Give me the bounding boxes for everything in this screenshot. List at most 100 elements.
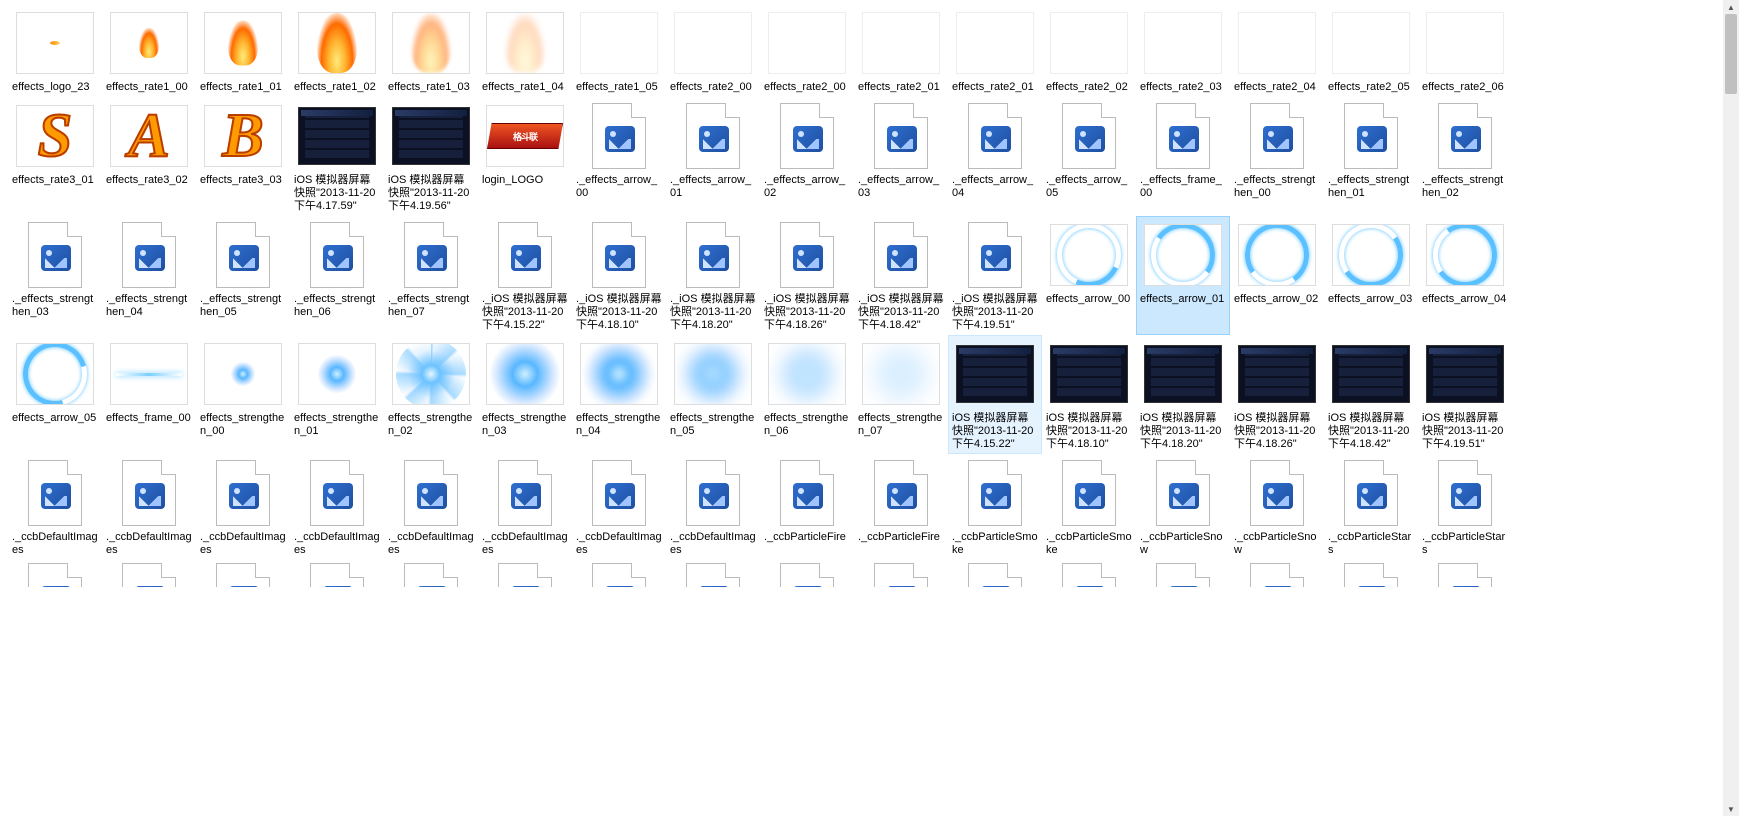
file-item[interactable]: effects_strengthen_02 <box>384 335 478 454</box>
file-item[interactable]: ._ccbDefaultImages <box>102 454 196 560</box>
file-item[interactable]: effects_rate1_00 <box>102 4 196 97</box>
file-item[interactable]: effects_rate1_04 <box>478 4 572 97</box>
file-item[interactable]: effects_strengthen_04 <box>572 335 666 454</box>
file-item[interactable]: ._effects_strengthen_07 <box>384 216 478 335</box>
file-item[interactable] <box>384 560 478 592</box>
file-item[interactable]: iOS 模拟器屏幕快照"2013-11-20 下午4.18.10" <box>1042 335 1136 454</box>
file-item[interactable]: effects_strengthen_06 <box>760 335 854 454</box>
file-item[interactable]: ._iOS 模拟器屏幕快照"2013-11-20 下午4.18.10" <box>572 216 666 335</box>
file-item[interactable]: effects_rate1_01 <box>196 4 290 97</box>
file-item[interactable] <box>1324 560 1418 592</box>
file-item[interactable]: effects_logo_23 <box>8 4 102 97</box>
file-item[interactable]: effects_rate2_00 <box>760 4 854 97</box>
file-item[interactable]: effects_rate2_02 <box>1042 4 1136 97</box>
file-item[interactable]: ._effects_strengthen_06 <box>290 216 384 335</box>
file-item[interactable] <box>948 560 1042 592</box>
file-item[interactable]: effects_rate2_05 <box>1324 4 1418 97</box>
file-item[interactable]: ._ccbDefaultImages <box>478 454 572 560</box>
file-item[interactable]: ._effects_arrow_05 <box>1042 97 1136 216</box>
scroll-up-arrow-icon[interactable]: ▲ <box>1724 0 1738 14</box>
file-item[interactable]: effects_rate1_05 <box>572 4 666 97</box>
file-item[interactable]: ._effects_arrow_00 <box>572 97 666 216</box>
file-item[interactable]: effects_arrow_02 <box>1230 216 1324 335</box>
file-item[interactable] <box>1136 560 1230 592</box>
file-item[interactable]: ._ccbDefaultImages <box>572 454 666 560</box>
file-item[interactable]: Aeffects_rate3_02 <box>102 97 196 216</box>
file-item[interactable]: effects_strengthen_00 <box>196 335 290 454</box>
file-item[interactable] <box>760 560 854 592</box>
file-item[interactable] <box>1418 560 1512 592</box>
file-item[interactable]: iOS 模拟器屏幕快照"2013-11-20 下午4.18.26" <box>1230 335 1324 454</box>
file-item[interactable]: ._iOS 模拟器屏幕快照"2013-11-20 下午4.19.51" <box>948 216 1042 335</box>
file-item[interactable]: ._effects_strengthen_03 <box>8 216 102 335</box>
file-item[interactable]: ._iOS 模拟器屏幕快照"2013-11-20 下午4.15.22" <box>478 216 572 335</box>
file-item[interactable]: iOS 模拟器屏幕快照"2013-11-20 下午4.18.20" <box>1136 335 1230 454</box>
file-item[interactable]: effects_rate1_02 <box>290 4 384 97</box>
file-item[interactable] <box>854 560 948 592</box>
file-item[interactable]: effects_arrow_01 <box>1136 216 1230 335</box>
file-item[interactable]: ._ccbParticleStars <box>1418 454 1512 560</box>
file-item[interactable]: 格斗联login_LOGO <box>478 97 572 216</box>
file-item[interactable]: effects_strengthen_05 <box>666 335 760 454</box>
file-item[interactable]: iOS 模拟器屏幕快照"2013-11-20 下午4.19.56" <box>384 97 478 216</box>
file-item[interactable]: ._effects_strengthen_05 <box>196 216 290 335</box>
file-item[interactable]: effects_arrow_03 <box>1324 216 1418 335</box>
file-item[interactable]: effects_strengthen_01 <box>290 335 384 454</box>
file-item[interactable]: effects_arrow_00 <box>1042 216 1136 335</box>
file-item[interactable]: ._ccbParticleFire <box>760 454 854 560</box>
file-item[interactable] <box>666 560 760 592</box>
file-item[interactable]: effects_rate2_01 <box>854 4 948 97</box>
file-item[interactable]: ._ccbDefaultImages <box>384 454 478 560</box>
file-item[interactable]: ._ccbDefaultImages <box>196 454 290 560</box>
file-item[interactable]: effects_arrow_04 <box>1418 216 1512 335</box>
file-item[interactable]: ._effects_strengthen_02 <box>1418 97 1512 216</box>
file-item[interactable]: effects_arrow_05 <box>8 335 102 454</box>
file-item[interactable] <box>1230 560 1324 592</box>
file-icon-grid[interactable]: effects_logo_23effects_rate1_00effects_r… <box>0 0 1723 816</box>
file-item[interactable]: ._iOS 模拟器屏幕快照"2013-11-20 下午4.18.26" <box>760 216 854 335</box>
file-item[interactable] <box>478 560 572 592</box>
file-item[interactable]: effects_frame_00 <box>102 335 196 454</box>
file-item[interactable]: effects_rate2_03 <box>1136 4 1230 97</box>
file-item[interactable]: effects_rate2_01 <box>948 4 1042 97</box>
file-item[interactable]: ._ccbDefaultImages <box>290 454 384 560</box>
file-item[interactable] <box>196 560 290 592</box>
file-item[interactable]: iOS 模拟器屏幕快照"2013-11-20 下午4.17.59" <box>290 97 384 216</box>
file-item[interactable]: iOS 模拟器屏幕快照"2013-11-20 下午4.18.42" <box>1324 335 1418 454</box>
file-item[interactable]: ._ccbParticleSnow <box>1230 454 1324 560</box>
file-item[interactable] <box>572 560 666 592</box>
file-item[interactable]: ._ccbParticleFire <box>854 454 948 560</box>
file-item[interactable]: effects_rate1_03 <box>384 4 478 97</box>
file-item[interactable]: Beffects_rate3_03 <box>196 97 290 216</box>
file-item[interactable]: effects_rate2_06 <box>1418 4 1512 97</box>
file-item[interactable]: Seffects_rate3_01 <box>8 97 102 216</box>
file-item[interactable]: ._effects_arrow_03 <box>854 97 948 216</box>
file-item[interactable] <box>290 560 384 592</box>
file-item[interactable]: ._ccbDefaultImages <box>8 454 102 560</box>
file-item[interactable]: ._ccbParticleSmoke <box>1042 454 1136 560</box>
file-item[interactable]: effects_strengthen_07 <box>854 335 948 454</box>
file-item[interactable]: ._effects_arrow_04 <box>948 97 1042 216</box>
file-item[interactable]: ._ccbParticleSnow <box>1136 454 1230 560</box>
scroll-thumb[interactable] <box>1725 14 1737 94</box>
file-item[interactable]: effects_rate2_00 <box>666 4 760 97</box>
vertical-scrollbar[interactable]: ▲ ▼ <box>1723 0 1739 816</box>
file-item[interactable]: effects_strengthen_03 <box>478 335 572 454</box>
file-item[interactable] <box>1042 560 1136 592</box>
file-item[interactable]: ._effects_strengthen_04 <box>102 216 196 335</box>
file-item[interactable]: ._ccbParticleStars <box>1324 454 1418 560</box>
file-item[interactable]: ._effects_strengthen_01 <box>1324 97 1418 216</box>
file-item[interactable]: ._effects_strengthen_00 <box>1230 97 1324 216</box>
file-item[interactable]: ._effects_arrow_01 <box>666 97 760 216</box>
file-item[interactable]: ._iOS 模拟器屏幕快照"2013-11-20 下午4.18.20" <box>666 216 760 335</box>
file-item[interactable] <box>102 560 196 592</box>
scroll-down-arrow-icon[interactable]: ▼ <box>1724 802 1738 816</box>
file-item[interactable]: ._effects_frame_00 <box>1136 97 1230 216</box>
file-item[interactable]: effects_rate2_04 <box>1230 4 1324 97</box>
file-item[interactable]: ._iOS 模拟器屏幕快照"2013-11-20 下午4.18.42" <box>854 216 948 335</box>
file-item[interactable] <box>8 560 102 592</box>
file-item[interactable]: ._ccbParticleSmoke <box>948 454 1042 560</box>
file-item[interactable]: ._ccbDefaultImages <box>666 454 760 560</box>
file-item[interactable]: iOS 模拟器屏幕快照"2013-11-20 下午4.19.51" <box>1418 335 1512 454</box>
file-item[interactable]: ._effects_arrow_02 <box>760 97 854 216</box>
